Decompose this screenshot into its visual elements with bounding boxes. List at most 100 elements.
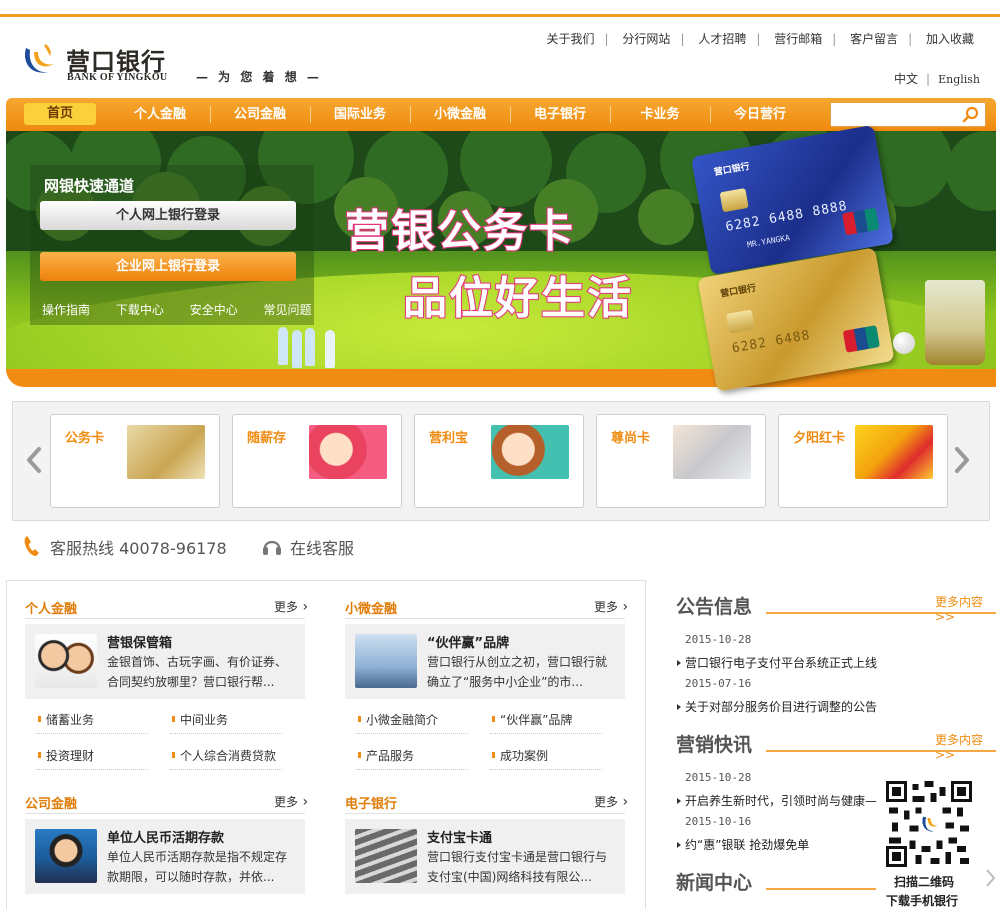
feature-personal[interactable]: 营银保管箱 金银首饰、古玩字画、有价证券、合同契约放哪里？营口银行帮... <box>25 624 305 699</box>
top-link-separator: | <box>832 32 837 46</box>
nav-personal[interactable]: 个人金融 <box>110 98 210 131</box>
section-divider <box>25 813 305 814</box>
feature-corporate[interactable]: 单位人民币活期存款 单位人民币活期存款是指不规定存款期限，可以随时存款，并依..… <box>25 819 305 894</box>
bank-logo-icon <box>25 44 54 73</box>
unionpay-icon <box>842 325 881 353</box>
section-more-e-banking[interactable]: 更多 <box>594 793 628 810</box>
feature-description: 营口银行从创立之初，营口银行就确立了“服务中小企业”的市... <box>427 655 608 689</box>
lang-english[interactable]: English <box>938 73 980 86</box>
marketing-item[interactable]: 约“惠”银联 抢劲爆免单 <box>676 836 809 853</box>
senior-card-image <box>855 425 933 479</box>
section-more-small-micro[interactable]: 更多 <box>594 598 628 615</box>
product-card-premium[interactable]: 尊尚卡 <box>596 414 766 508</box>
banner-headline-1: 营银公务卡 <box>344 205 575 258</box>
top-link-careers[interactable]: 人才招聘 <box>692 32 752 46</box>
premium-card-image <box>673 425 751 479</box>
quick-banking-title: 网银快速通道 <box>44 177 135 195</box>
product-image-base <box>491 479 569 505</box>
card-holder: MR.YANGKA <box>746 233 791 250</box>
section-title-small-micro[interactable]: 小微金融 <box>345 598 397 617</box>
sub-link[interactable]: 投资理财 <box>36 746 148 770</box>
carousel-next-icon[interactable] <box>952 446 972 474</box>
qr-code-image <box>886 781 972 867</box>
sub-link[interactable]: 小微金融简介 <box>356 710 468 734</box>
quick-link-faq[interactable]: 常见问题 <box>264 303 312 317</box>
section-title-e-banking[interactable]: 电子银行 <box>345 793 397 812</box>
yinglibao-mascot-image <box>491 425 569 479</box>
quick-link-security[interactable]: 安全中心 <box>190 303 238 317</box>
section-more-corporate[interactable]: 更多 <box>274 793 308 810</box>
section-title-corporate[interactable]: 公司金融 <box>25 793 77 812</box>
notice-item[interactable]: 营口银行电子支付平台系统正式上线 <box>676 654 877 671</box>
nav-international[interactable]: 国际业务 <box>310 98 410 131</box>
brand-name-en: BANK OF YINGKOU <box>67 72 168 83</box>
section-divider <box>345 618 625 619</box>
news-center-title[interactable]: 新闻中心 <box>676 868 752 895</box>
sub-link[interactable]: 个人综合消费贷款 <box>170 746 282 770</box>
product-image-base <box>309 479 387 505</box>
nav-home[interactable]: 首页 <box>24 103 96 125</box>
feature-e-banking[interactable]: 支付宝卡通 营口银行支付宝卡通是营口银行与支付宝(中国)网络科技有限公... <box>345 819 625 894</box>
sub-link[interactable]: 成功案例 <box>490 746 602 770</box>
nav-corporate[interactable]: 公司金融 <box>210 98 310 131</box>
golfer-figure <box>292 330 302 368</box>
nav-cards[interactable]: 卡业务 <box>610 98 710 131</box>
product-card-senior[interactable]: 夕阳红卡 <box>778 414 948 508</box>
language-switch: 中文 | English <box>894 70 980 87</box>
feature-small-micro[interactable]: “伙伴赢”品牌 营口银行从创立之初，营口银行就确立了“服务中小企业”的市... <box>345 624 625 699</box>
section-title-personal[interactable]: 个人金融 <box>25 598 77 617</box>
notices-title[interactable]: 公告信息 <box>676 592 752 619</box>
personal-login-button[interactable]: 个人网上银行登录 <box>40 201 296 230</box>
top-link-feedback[interactable]: 客户留言 <box>844 32 904 46</box>
carousel-prev-icon[interactable] <box>24 446 44 474</box>
feature-description: 营口银行支付宝卡通是营口银行与支付宝(中国)网络科技有限公... <box>427 850 608 884</box>
product-card-official[interactable]: 公务卡 <box>50 414 220 508</box>
product-image-base <box>127 479 205 505</box>
search-icon[interactable] <box>962 106 979 123</box>
bank-logo[interactable]: 营口银行 BANK OF YINGKOU — 为 您 着 想 — <box>20 42 330 90</box>
top-link-bookmark[interactable]: 加入收藏 <box>920 32 980 46</box>
sub-link[interactable]: 储蓄业务 <box>36 710 148 734</box>
marketing-title[interactable]: 营销快讯 <box>676 730 752 757</box>
top-link-about[interactable]: 关于我们 <box>541 32 601 46</box>
sub-link[interactable]: “伙伴赢”品牌 <box>490 710 602 734</box>
card-brand: 营口银行 <box>719 283 757 300</box>
card-number: 6282 6488 <box>730 327 812 357</box>
notice-date: 2015-07-16 <box>685 677 752 690</box>
nav-today[interactable]: 今日营行 <box>710 98 810 131</box>
section-divider <box>345 813 625 814</box>
sub-link[interactable]: 产品服务 <box>356 746 468 770</box>
online-service-link[interactable]: 在线客服 <box>290 535 354 559</box>
headset-icon[interactable] <box>262 534 282 558</box>
top-links: 关于我们 | 分行网站 | 人才招聘 | 营行邮箱 | 客户留言 | 加入收藏 <box>541 30 980 47</box>
section-more-personal[interactable]: 更多 <box>274 598 308 615</box>
product-card-yinglibao[interactable]: 营利宝 <box>414 414 584 508</box>
product-card-salary[interactable]: 随薪存 <box>232 414 402 508</box>
card-brand: 营口银行 <box>713 162 751 179</box>
quick-link-guide[interactable]: 操作指南 <box>42 303 90 317</box>
product-label: 夕阳红卡 <box>793 431 846 446</box>
marketing-item[interactable]: 开启养生新时代，引领时尚与健康— <box>676 792 877 809</box>
brand-slogan: — 为 您 着 想 — <box>196 70 322 84</box>
search-input[interactable] <box>831 103 955 126</box>
main-nav: 首页 个人金融 公司金融 国际业务 小微金融 电子银行 卡业务 今日营行 <box>6 98 996 131</box>
quick-link-download[interactable]: 下载中心 <box>116 303 164 317</box>
sub-link[interactable]: 中间业务 <box>170 710 282 734</box>
nav-small-micro[interactable]: 小微金融 <box>410 98 510 131</box>
notices-more[interactable]: 更多内容 <box>935 593 1000 624</box>
top-link-mail[interactable]: 营行邮箱 <box>768 32 828 46</box>
top-link-separator: | <box>908 32 913 46</box>
nav-e-banking[interactable]: 电子银行 <box>510 98 610 131</box>
card-chip-icon <box>719 188 749 213</box>
marketing-more[interactable]: 更多内容 <box>935 731 1000 762</box>
qr-arrow-icon <box>986 869 996 887</box>
top-link-branches[interactable]: 分行网站 <box>616 32 676 46</box>
feature-title: “伙伴赢”品牌 <box>427 636 510 651</box>
lang-chinese[interactable]: 中文 <box>894 72 918 86</box>
feature-keyboard-image <box>355 829 417 883</box>
notice-item[interactable]: 关于对部分服务价目进行调整的公告 <box>676 698 877 715</box>
golfer-figure <box>278 327 288 365</box>
corporate-login-button[interactable]: 企业网上银行登录 <box>40 252 296 281</box>
golf-ball-image <box>893 332 915 354</box>
hotline-number: 客服热线 40078-96178 <box>50 539 227 558</box>
